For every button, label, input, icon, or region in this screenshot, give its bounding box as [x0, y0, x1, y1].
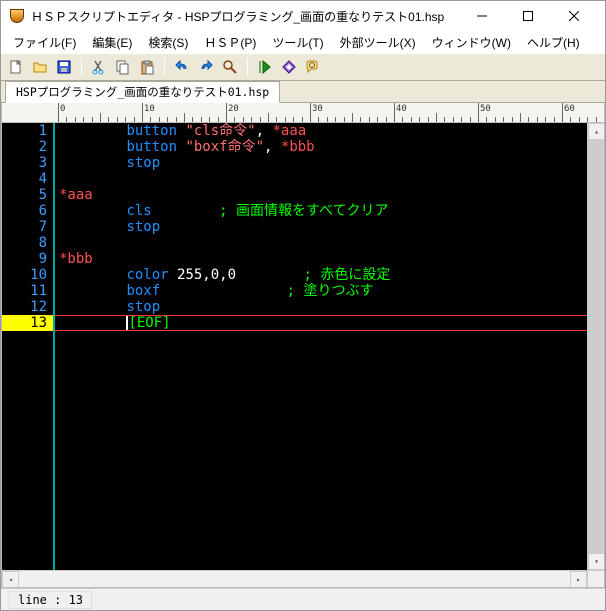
code-line[interactable]: stop — [59, 219, 587, 235]
code-line[interactable]: stop — [59, 155, 587, 171]
code-line[interactable]: color 255,0,0 ; 赤色に設定 — [59, 267, 587, 283]
code-line[interactable]: *aaa — [59, 187, 587, 203]
paste-button[interactable] — [136, 56, 158, 78]
line-number: 1 — [2, 123, 53, 139]
line-number: 11 — [2, 283, 53, 299]
code-line[interactable]: cls ; 画面情報をすべてクリア — [59, 203, 587, 219]
save-file-button[interactable] — [53, 56, 75, 78]
compile-button[interactable] — [278, 56, 300, 78]
cut-button[interactable] — [88, 56, 110, 78]
scroll-up-button[interactable]: ▴ — [588, 123, 604, 140]
menu-tools[interactable]: ツール(T) — [264, 32, 331, 53]
menu-edit[interactable]: 編集(E) — [84, 32, 140, 53]
line-number: 7 — [2, 219, 53, 235]
menu-file[interactable]: ファイル(F) — [5, 32, 84, 53]
line-number: 2 — [2, 139, 53, 155]
open-file-button[interactable] — [29, 56, 51, 78]
code-content[interactable]: button "cls命令", *aaa button "boxf命令", *b… — [54, 123, 587, 570]
window-controls — [459, 1, 597, 31]
close-button[interactable] — [551, 1, 597, 31]
toolbar-separator — [81, 58, 82, 76]
editor-area: 12345678910111213 button "cls命令", *aaa b… — [1, 123, 605, 588]
line-number: 3 — [2, 155, 53, 171]
window-title: ＨＳＰスクリプトエディタ - HSPプログラミング_画面の重なりテスト01.hs… — [31, 8, 459, 25]
scroll-down-button[interactable]: ▾ — [588, 553, 604, 570]
scroll-right-button[interactable]: ▸ — [570, 571, 587, 588]
menu-exttools[interactable]: 外部ツール(X) — [332, 32, 424, 53]
scrollbar-vertical[interactable]: ▴ ▾ — [587, 123, 604, 570]
code-line[interactable]: *bbb — [59, 251, 587, 267]
menu-search[interactable]: 検索(S) — [140, 32, 196, 53]
line-number: 4 — [2, 171, 53, 187]
line-number: 8 — [2, 235, 53, 251]
scroll-track-h[interactable] — [19, 571, 570, 587]
line-number: 9 — [2, 251, 53, 267]
redo-button[interactable] — [195, 56, 217, 78]
titlebar: ＨＳＰスクリプトエディタ - HSPプログラミング_画面の重なりテスト01.hs… — [1, 1, 605, 31]
code-line[interactable]: boxf ; 塗りつぶす — [59, 283, 587, 299]
line-number: 5 — [2, 187, 53, 203]
scroll-corner — [587, 571, 604, 588]
code-line[interactable] — [59, 235, 587, 251]
scrollbar-horizontal[interactable]: ◂ ▸ — [2, 570, 604, 587]
menubar: ファイル(F) 編集(E) 検索(S) ＨＳＰ(P) ツール(T) 外部ツール(… — [1, 31, 605, 53]
menu-hsp[interactable]: ＨＳＰ(P) — [196, 32, 264, 53]
statusbar: line : 13 — [1, 588, 605, 610]
menu-help[interactable]: ヘルプ(H) — [519, 32, 588, 53]
line-number: 12 — [2, 299, 53, 315]
help-button[interactable] — [302, 56, 324, 78]
code-line[interactable]: button "cls命令", *aaa — [59, 123, 587, 139]
status-line-number: line : 13 — [9, 591, 92, 609]
ruler: 010203040506070 — [1, 103, 605, 123]
scroll-thumb-v[interactable] — [588, 140, 604, 570]
maximize-button[interactable] — [505, 1, 551, 31]
new-file-button[interactable] — [5, 56, 27, 78]
toolbar-separator — [164, 58, 165, 76]
code-line[interactable]: stop — [59, 299, 587, 315]
menu-window[interactable]: ウィンドウ(W) — [424, 32, 519, 53]
line-number-gutter: 12345678910111213 — [2, 123, 54, 570]
code-line[interactable]: button "boxf命令", *bbb — [59, 139, 587, 155]
toolbar — [1, 53, 605, 81]
tabbar: HSPプログラミング_画面の重なりテスト01.hsp — [1, 81, 605, 103]
code-editor[interactable]: 12345678910111213 button "cls命令", *aaa b… — [2, 123, 587, 570]
minimize-button[interactable] — [459, 1, 505, 31]
tab-active[interactable]: HSPプログラミング_画面の重なりテスト01.hsp — [5, 81, 280, 103]
find-button[interactable] — [219, 56, 241, 78]
copy-button[interactable] — [112, 56, 134, 78]
run-button[interactable] — [254, 56, 276, 78]
undo-button[interactable] — [171, 56, 193, 78]
app-icon — [9, 8, 25, 24]
line-number: 6 — [2, 203, 53, 219]
scroll-left-button[interactable]: ◂ — [2, 571, 19, 588]
line-number: 13 — [2, 315, 53, 331]
code-line[interactable] — [59, 171, 587, 187]
toolbar-separator — [247, 58, 248, 76]
line-number: 10 — [2, 267, 53, 283]
app-window: ＨＳＰスクリプトエディタ - HSPプログラミング_画面の重なりテスト01.hs… — [0, 0, 606, 611]
